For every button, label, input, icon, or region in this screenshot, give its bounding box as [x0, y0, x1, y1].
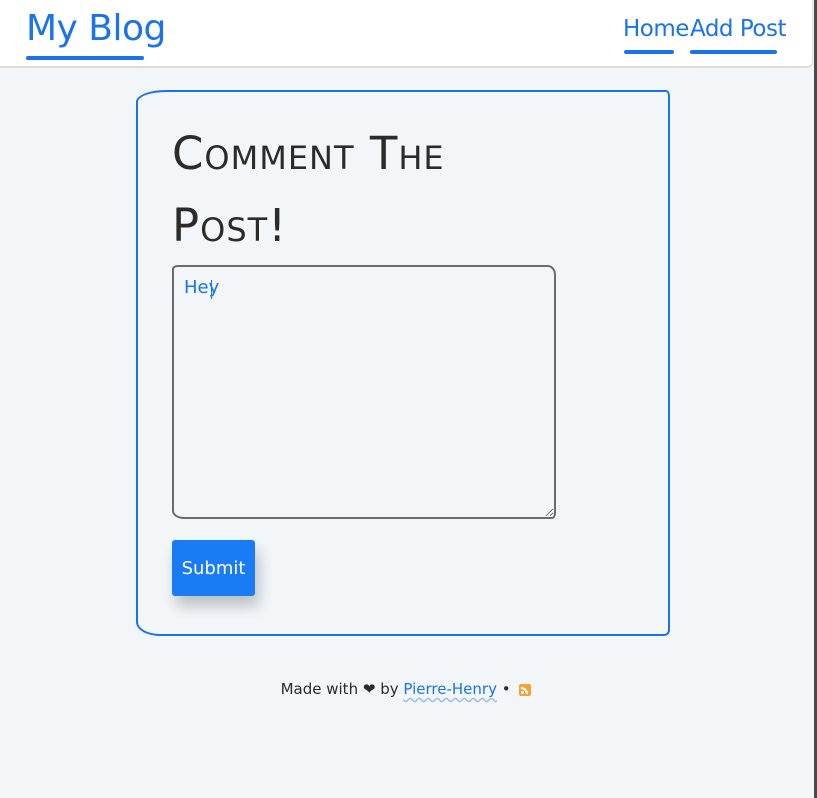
heart-icon: ❤	[362, 680, 376, 698]
brand-underline	[26, 56, 144, 60]
brand-link[interactable]: My Blog	[26, 8, 166, 51]
footer-separator: •	[501, 680, 511, 698]
footer: Made with ❤ by Pierre-Henry •	[0, 680, 812, 698]
footer-by: by	[380, 680, 399, 698]
comment-textarea[interactable]	[172, 265, 556, 519]
text-caret	[211, 280, 212, 299]
nav-home-underline	[624, 50, 674, 54]
nav-add-post-underline	[690, 50, 777, 54]
nav-home-link[interactable]: Home	[623, 16, 689, 42]
nav-add-post-link[interactable]: Add Post	[690, 16, 786, 42]
footer-prefix: Made with	[280, 680, 359, 698]
rss-icon[interactable]	[519, 683, 532, 696]
author-link[interactable]: Pierre-Henry	[403, 680, 497, 698]
navbar: My Blog Home Add Post	[0, 0, 813, 68]
submit-button[interactable]: Submit	[172, 540, 255, 596]
page-title: Comment The Post!	[172, 127, 445, 252]
